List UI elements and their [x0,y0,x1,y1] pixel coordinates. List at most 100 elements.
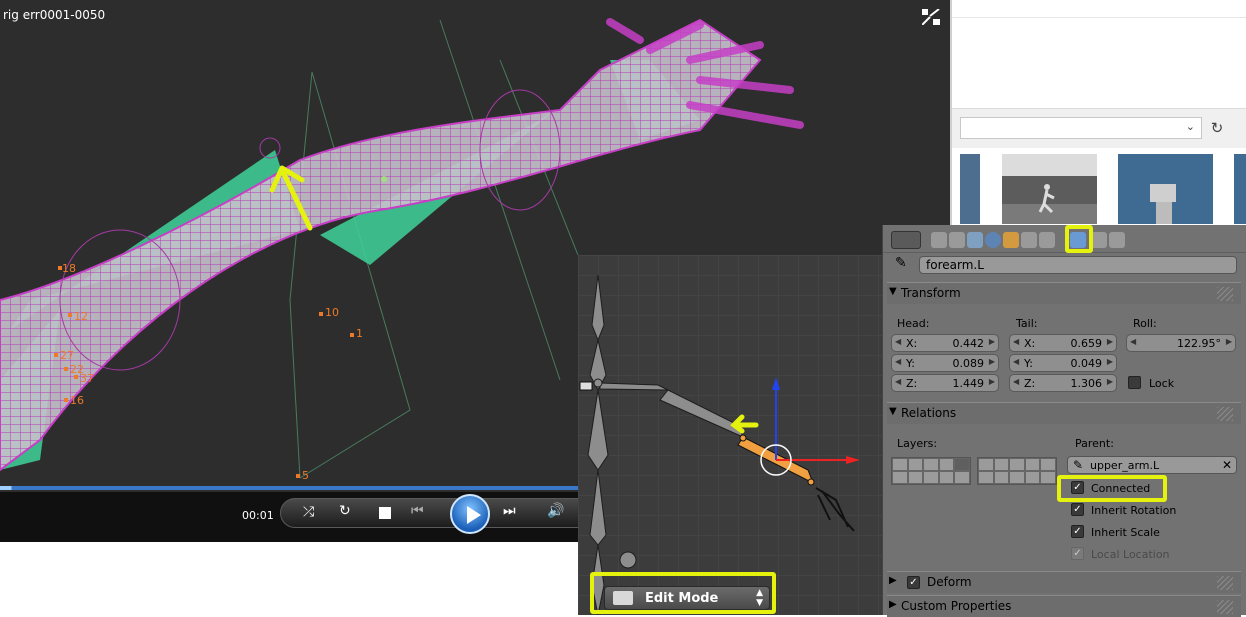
volume-icon[interactable]: 🔊 [547,503,564,519]
axis-label: X: [1024,337,1036,350]
roll-field[interactable]: ◀ 122.95° ▶ [1126,334,1236,352]
head-z-field[interactable]: ◀ Z: 1.449 ▶ [891,374,999,392]
head-label: Head: [897,317,930,330]
seek-bar[interactable] [0,486,580,490]
local-location-label: Local Location [1091,548,1170,561]
transform-panel-header[interactable]: ▼ Transform [887,282,1241,304]
player-controls-bar: 00:01 ⤮ ↻ ⏮ ⏭ 🔊 [0,492,580,542]
inherit-rotation-checkbox[interactable]: ✓ [1071,503,1084,516]
thumbnail-strip [950,150,1246,226]
render-icon[interactable] [931,232,947,248]
local-location-checkbox[interactable]: ✓ [1071,547,1084,560]
bone-layers-grid-left[interactable] [891,457,971,485]
transform-panel-label: Transform [901,286,961,300]
deform-panel-label: Deform [927,575,972,589]
arrow-right-icon: ▶ [988,337,995,346]
control-pill: ⤮ ↻ ⏮ ⏭ 🔊 [280,498,580,528]
running-figure-thumbnail [1002,154,1097,224]
bone-constraints-icon[interactable] [1091,232,1107,248]
editor-type-button[interactable] [891,231,921,249]
scene-label: 16 [70,394,84,407]
object-icon[interactable] [1003,232,1019,248]
roll-value: 122.95° [1177,337,1221,350]
scene-label: 12 [74,310,88,323]
object-data-armature-icon[interactable] [1039,232,1055,248]
scene-label: 10 [325,306,339,319]
tail-y-value: 0.049 [1070,357,1103,370]
scene-label: 5 [302,469,309,482]
bone-name-field[interactable]: forearm.L [919,256,1237,274]
axis-label: Z: [906,377,918,390]
world-icon[interactable] [985,232,1001,248]
arrow-right-icon: ▶ [1106,377,1113,386]
compact-mode-icon[interactable] [922,9,940,25]
head-y-value: 0.089 [952,357,985,370]
constraints-icon[interactable] [1021,232,1037,248]
custom-properties-panel-header[interactable]: ▶ Custom Properties [887,595,1241,617]
next-icon[interactable]: ⏭ [503,503,516,519]
time-readout: 00:01 [242,509,274,522]
arrow-left-icon: ◀ [1013,337,1020,346]
thumbnail-1[interactable] [960,154,980,224]
parent-label: Parent: [1075,437,1114,450]
parent-value: upper_arm.L [1090,459,1160,472]
video-title: rig err0001-0050 [3,8,106,22]
tail-y-field[interactable]: ◀ Y: 0.049 ▶ [1009,354,1117,372]
drag-grip-icon[interactable] [1217,600,1233,614]
robot-figure-thumbnail [1150,184,1176,224]
arrow-right-icon: ▶ [988,377,995,386]
bone-layers-grid-right[interactable] [977,457,1057,485]
drag-grip-icon[interactable] [1217,287,1233,301]
head-x-field[interactable]: ◀ X: 0.442 ▶ [891,334,999,352]
deform-checkbox[interactable]: ✓ [907,576,920,589]
texture-icon[interactable] [1109,232,1125,248]
bone-icon: ✎ [895,255,907,271]
thumbnail-4[interactable] [1234,154,1246,224]
arrow-left-icon: ◀ [1130,337,1137,346]
axis-label: X: [906,337,918,350]
drag-grip-icon[interactable] [1217,407,1233,421]
bone-icon: ✎ [1073,458,1084,472]
browser-toolbar: ⌄ ↻ [950,108,1246,148]
drag-grip-icon[interactable] [1217,576,1233,590]
address-bar[interactable]: ⌄ [960,117,1202,139]
arrow-left-icon: ◀ [1013,357,1020,366]
axis-label: Y: [906,357,915,370]
scene-label: 1 [356,327,363,340]
render-layers-icon[interactable] [949,232,965,248]
previous-icon[interactable]: ⏮ [411,503,424,519]
arrow-left-icon: ◀ [895,337,902,346]
triangle-right-icon: ▶ [889,575,897,586]
layers-label: Layers: [897,437,938,450]
scene-label: 37 [80,372,94,385]
relations-panel-header[interactable]: ▼ Relations [887,402,1241,424]
bone-tab-highlight [1065,225,1093,253]
refresh-icon[interactable]: ↻ [1206,117,1228,139]
scene-icon[interactable] [967,232,983,248]
thumbnail-2[interactable] [1002,154,1097,224]
thumbnail-3[interactable] [1118,154,1213,224]
lock-checkbox[interactable] [1128,376,1141,389]
stop-icon[interactable] [379,507,391,519]
tail-x-field[interactable]: ◀ X: 0.659 ▶ [1009,334,1117,352]
tail-z-field[interactable]: ◀ Z: 1.306 ▶ [1009,374,1117,392]
tail-label: Tail: [1016,317,1038,330]
clear-x-icon[interactable]: ✕ [1222,458,1232,472]
head-z-value: 1.449 [952,377,985,390]
inherit-rotation-label: Inherit Rotation [1091,504,1177,517]
below-player-area [0,542,580,615]
chevron-down-icon[interactable]: ⌄ [1186,120,1195,133]
play-button[interactable] [450,494,490,534]
shuffle-icon[interactable]: ⤮ [303,504,314,520]
scene-label: 27 [60,349,74,362]
roll-label: Roll: [1133,317,1157,330]
3d-viewport[interactable]: Edit Mode ▲ ▼ [578,255,883,615]
inherit-scale-checkbox[interactable]: ✓ [1071,525,1084,538]
bone-name-text: forearm.L [926,258,984,272]
deform-panel-header[interactable]: ▶ ✓ Deform [887,571,1241,593]
arrow-left-icon: ◀ [895,377,902,386]
parent-field[interactable]: ✎ upper_arm.L ✕ [1067,456,1237,474]
repeat-icon[interactable]: ↻ [339,503,351,519]
inherit-scale-label: Inherit Scale [1091,526,1160,539]
head-y-field[interactable]: ◀ Y: 0.089 ▶ [891,354,999,372]
